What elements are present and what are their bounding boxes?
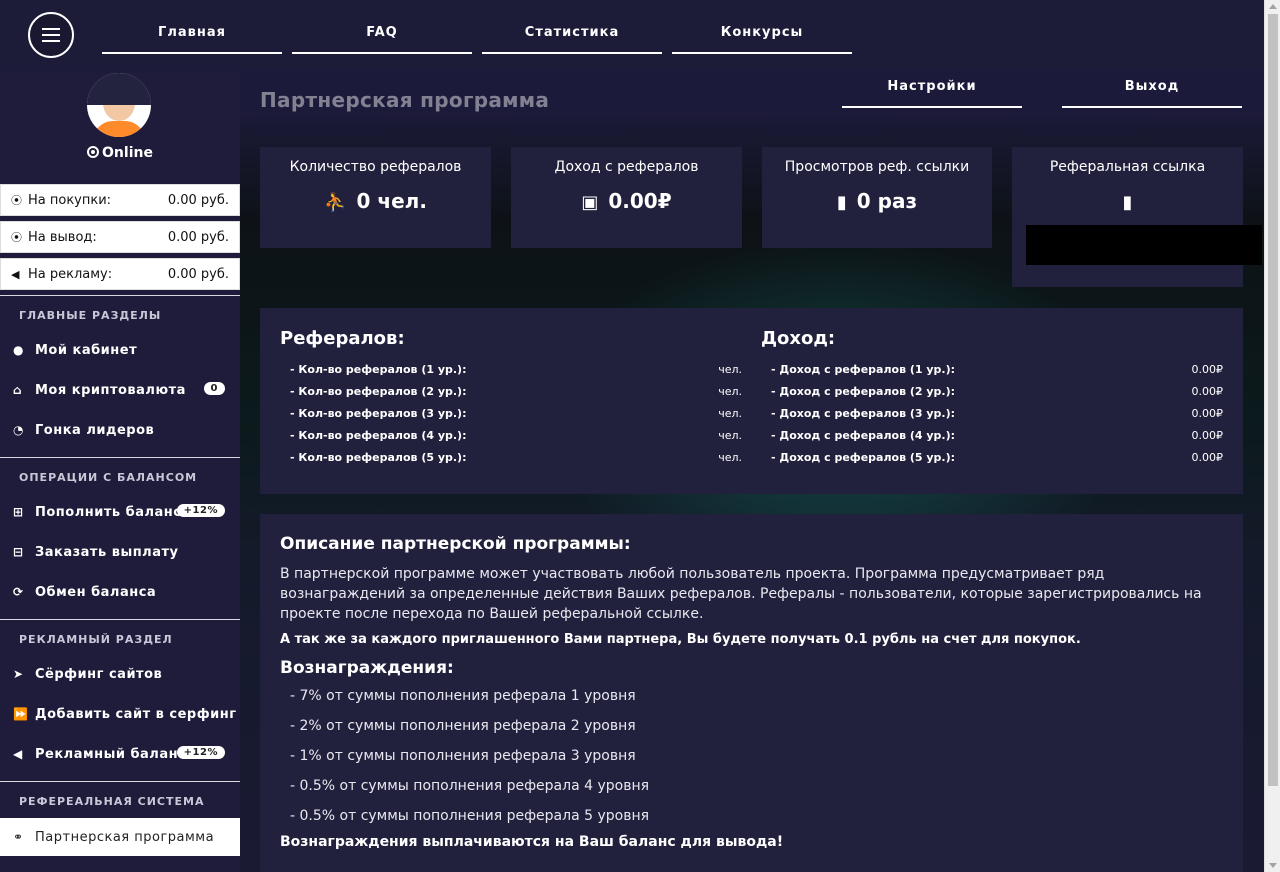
referrals-heading: Рефералов: bbox=[280, 328, 405, 349]
hamburger-icon bbox=[42, 40, 60, 42]
stat-card-income: Доход с рефералов ▣ 0.00₽ bbox=[511, 147, 742, 248]
list-item: - 2% от суммы пополнения реферала 2 уров… bbox=[290, 718, 636, 734]
sidebar-item-crypto[interactable]: ⌂ Моя криптовалюта 0 bbox=[0, 370, 240, 410]
program-description: Описание партнерской программы: В партне… bbox=[260, 514, 1243, 872]
fast-forward-icon: ⏩ bbox=[13, 707, 29, 721]
sidebar: Online ⦿ На покупки: 0.00 руб. ⦿ На выво… bbox=[0, 70, 240, 872]
nav-logout[interactable]: Выход bbox=[1062, 70, 1242, 108]
section-title-referral: РЕФЕРЕАЛЬНАЯ СИСТЕМА bbox=[0, 781, 240, 817]
bonus-badge: +12% bbox=[176, 746, 225, 759]
table-row: - Кол-во рефералов (2 ур.): чел. bbox=[290, 384, 742, 398]
list-item: - 1% от суммы пополнения реферала 3 уров… bbox=[290, 748, 636, 764]
balance-purchases: ⦿ На покупки: 0.00 руб. bbox=[0, 184, 240, 216]
description-text: В партнерской программе может участвоват… bbox=[280, 566, 1202, 622]
table-row: - Кол-во рефералов (4 ур.): чел. bbox=[290, 428, 742, 442]
refresh-icon: ⟳ bbox=[13, 585, 24, 599]
mouse-icon: ▮ bbox=[836, 192, 847, 213]
sidebar-item-leaders[interactable]: ◔ Гонка лидеров bbox=[0, 410, 240, 450]
handshake-icon: ⚭ bbox=[13, 830, 24, 844]
scroll-down-icon[interactable] bbox=[1269, 863, 1277, 868]
table-row: - Кол-во рефералов (3 ур.): чел. bbox=[290, 406, 742, 420]
stat-card-views: Просмотров реф. ссылки ▮ 0 раз bbox=[762, 147, 992, 248]
bullhorn-icon: ◀ bbox=[13, 747, 23, 761]
scrollbar[interactable] bbox=[1264, 0, 1280, 872]
rewards-footer: Вознаграждения выплачиваются на Ваш бала… bbox=[280, 834, 784, 850]
pointer-icon: ➤ bbox=[13, 667, 24, 681]
home-icon: ⌂ bbox=[13, 383, 23, 397]
plus-square-icon: ⊞ bbox=[13, 505, 24, 519]
megaphone-icon: ◀ bbox=[11, 267, 20, 281]
table-row: - Доход с рефералов (3 ур.): 0.00₽ bbox=[771, 406, 1223, 420]
stat-card-referrals: Количество рефералов ⛹ 0 чел. bbox=[260, 147, 491, 248]
section-title-balance: ОПЕРАЦИИ С БАЛАНСОМ bbox=[0, 457, 240, 493]
table-row: - Кол-во рефералов (1 ур.): чел. bbox=[290, 362, 742, 376]
bonus-text: А так же за каждого приглашенного Вами п… bbox=[280, 632, 1081, 647]
nav-settings[interactable]: Настройки bbox=[842, 70, 1022, 108]
user-icon: ⛹ bbox=[324, 192, 347, 213]
nav-home[interactable]: Главная bbox=[102, 16, 282, 54]
minus-square-icon: ⊟ bbox=[13, 545, 24, 559]
wallet-icon: ⦿ bbox=[11, 194, 22, 207]
avatar bbox=[87, 73, 151, 137]
page-title: Партнерская программа bbox=[260, 88, 550, 112]
online-status: Online bbox=[0, 145, 240, 161]
section-title-ads: РЕКЛАМНЫЙ РАЗДЕЛ bbox=[0, 619, 240, 655]
rewards-list: - 7% от суммы пополнения реферала 1 уров… bbox=[280, 686, 1223, 836]
nav-statistics[interactable]: Статистика bbox=[482, 16, 662, 54]
description-heading: Описание партнерской программы: bbox=[280, 534, 631, 554]
section-title-main: ГЛАВНЫЕ РАЗДЕЛЫ bbox=[0, 295, 240, 331]
table-row: - Доход с рефералов (4 ур.): 0.00₽ bbox=[771, 428, 1223, 442]
money-icon: ▣ bbox=[581, 192, 599, 213]
menu-toggle-button[interactable] bbox=[28, 12, 74, 58]
sidebar-item-partner-program[interactable]: ⚭ Партнерская программа bbox=[0, 818, 240, 856]
scroll-up-icon[interactable] bbox=[1269, 4, 1277, 9]
withdraw-icon: ⦿ bbox=[11, 231, 22, 244]
referral-stats-panel: Рефералов: - Кол-во рефералов (1 ур.): че… bbox=[260, 308, 1243, 494]
referral-link-field[interactable] bbox=[1026, 225, 1262, 265]
table-row: - Кол-во рефералов (5 ур.): чел. bbox=[290, 450, 742, 464]
balance-advertising: ◀ На рекламу: 0.00 руб. bbox=[0, 258, 240, 290]
sidebar-item-payout[interactable]: ⊟ Заказать выплату bbox=[0, 532, 240, 572]
sidebar-item-add-site[interactable]: ⏩ Добавить сайт в серфинг bbox=[0, 694, 240, 734]
income-column: Доход: - Доход с рефералов (1 ур.): 0.00₽… bbox=[761, 328, 1223, 468]
status-icon bbox=[87, 146, 100, 158]
user-icon: ● bbox=[13, 343, 24, 357]
sidebar-item-ad-balance[interactable]: ◀ Рекламный баланс +12% bbox=[0, 734, 240, 774]
gauge-icon: ◔ bbox=[13, 423, 24, 437]
sidebar-item-cabinet[interactable]: ● Мой кабинет bbox=[0, 330, 240, 370]
account-navigation: Настройки Выход bbox=[842, 70, 1242, 108]
hamburger-icon bbox=[42, 28, 60, 30]
sidebar-item-exchange[interactable]: ⟳ Обмен баланса bbox=[0, 572, 240, 612]
balance-withdraw: ⦿ На вывод: 0.00 руб. bbox=[0, 221, 240, 253]
mouse-icon: ▮ bbox=[1122, 192, 1133, 213]
sidebar-item-deposit[interactable]: ⊞ Пополнить баланс +12% bbox=[0, 492, 240, 532]
table-row: - Доход с рефералов (1 ур.): 0.00₽ bbox=[771, 362, 1223, 376]
scrollbar-thumb[interactable] bbox=[1268, 14, 1278, 786]
table-row: - Доход с рефералов (2 ур.): 0.00₽ bbox=[771, 384, 1223, 398]
income-heading: Доход: bbox=[761, 328, 836, 349]
referrals-column: Рефералов: - Кол-во рефералов (1 ур.): че… bbox=[280, 328, 742, 468]
top-navigation: Главная FAQ Статистика Конкурсы bbox=[102, 16, 852, 54]
hamburger-icon bbox=[42, 34, 60, 36]
list-item: - 0.5% от суммы пополнения реферала 4 ур… bbox=[290, 778, 650, 794]
top-bar: Главная FAQ Статистика Конкурсы bbox=[0, 0, 1264, 70]
table-row: - Доход с рефералов (5 ур.): 0.00₽ bbox=[771, 450, 1223, 464]
count-badge: 0 bbox=[203, 382, 225, 395]
bonus-badge: +12% bbox=[176, 504, 225, 517]
sidebar-item-surfing[interactable]: ➤ Сёрфинг сайтов bbox=[0, 654, 240, 694]
rewards-heading: Вознаграждения: bbox=[280, 658, 454, 678]
nav-contests[interactable]: Конкурсы bbox=[672, 16, 852, 54]
nav-faq[interactable]: FAQ bbox=[292, 16, 472, 54]
stat-card-ref-link: Реферальная ссылка ▮ bbox=[1012, 147, 1262, 287]
list-item: - 7% от суммы пополнения реферала 1 уров… bbox=[290, 688, 636, 704]
